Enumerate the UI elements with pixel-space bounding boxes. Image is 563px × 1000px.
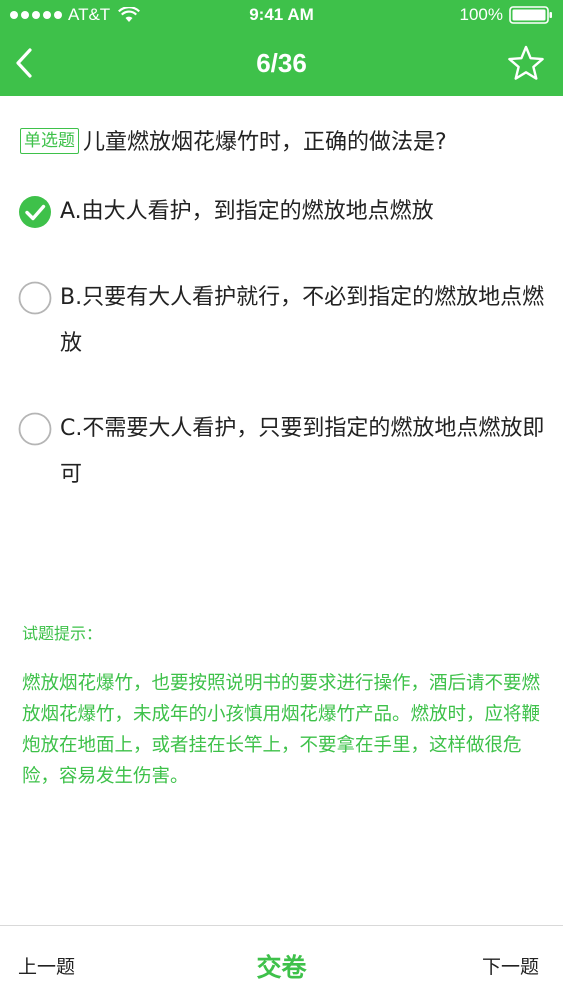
- nav-bar: 6/36: [0, 30, 563, 96]
- option-a[interactable]: A.由大人看护，到指定的燃放地点燃放: [18, 196, 548, 235]
- option-c[interactable]: C.不需要大人看护，只要到指定的燃放地点燃放即可: [18, 412, 548, 498]
- question-type-badge: 单选题: [20, 128, 79, 154]
- hint-title: 试题提示：: [22, 624, 103, 643]
- option-c-label: C.不需要大人看护，只要到指定的燃放地点燃放即可: [60, 416, 545, 487]
- status-right: 100%: [460, 5, 553, 25]
- submit-button[interactable]: 交卷: [222, 948, 342, 984]
- battery-icon: [509, 6, 552, 24]
- check-circle-icon: [19, 196, 51, 228]
- battery-percent: 100%: [459, 5, 503, 24]
- next-question-button[interactable]: 下一题: [482, 952, 539, 979]
- bottom-bar: 上一题 交卷 下一题: [0, 925, 563, 1000]
- option-a-label: A.由大人看护，到指定的燃放地点燃放: [60, 199, 434, 224]
- hint-body: 燃放烟花爆竹，也要按照说明书的要求进行操作，酒后请不要燃放烟花爆竹，未成年的小孩…: [22, 673, 541, 787]
- header: AT&T 9:41 AM 100% 6/36: [0, 0, 563, 96]
- prev-question-button[interactable]: 上一题: [18, 952, 75, 979]
- option-b-label: B.只要有大人看护就行，不必到指定的燃放地点燃放: [60, 285, 545, 356]
- star-outline-icon: [508, 45, 544, 80]
- favorite-button[interactable]: [507, 44, 545, 82]
- page-title: 6/36: [256, 48, 307, 78]
- status-bar: AT&T 9:41 AM 100%: [0, 0, 563, 30]
- quiz-screen: AT&T 9:41 AM 100% 6/36 单选题 儿童燃放烟花爆竹时，正确的…: [0, 0, 563, 1000]
- option-b[interactable]: B.只要有大人看护就行，不必到指定的燃放地点燃放: [18, 281, 548, 367]
- radio-empty-icon: [18, 412, 52, 446]
- question: 单选题 儿童燃放烟花爆竹时，正确的做法是?: [20, 126, 550, 160]
- radio-empty-icon: [18, 281, 52, 315]
- question-text: 儿童燃放烟花爆竹时，正确的做法是?: [83, 130, 447, 155]
